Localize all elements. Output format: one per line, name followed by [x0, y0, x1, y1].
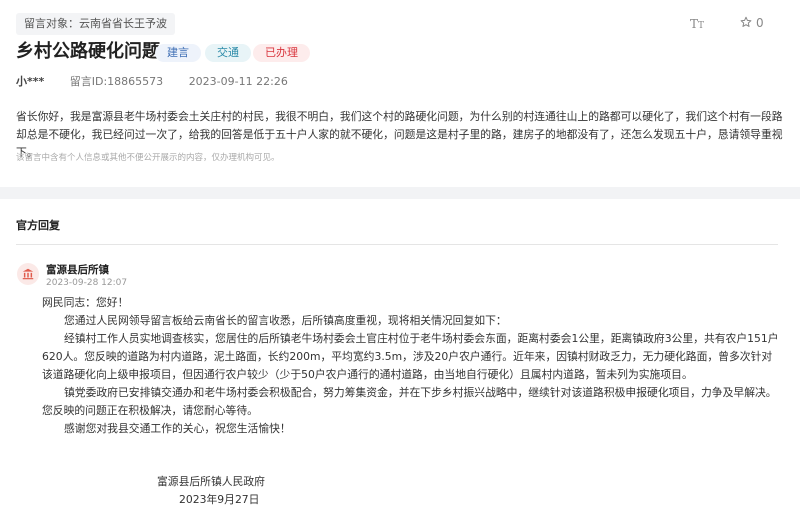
reply-body: 网民同志：您好！ 您通过人民网领导留言板给云南省长的留言收悉，后所镇高度重视，现… [42, 294, 782, 438]
official-reply-card: 官方回复 富源县后所镇 2023-09-28 12:07 网民同志：您好！ 您通… [0, 199, 800, 512]
divider [16, 244, 778, 245]
reply-paragraph: 感谢您对我县交通工作的关心，祝您生活愉快！ [64, 422, 291, 435]
privacy-note: 该留言中含有个人信息或其他不便公开展示的内容，仅办理机构可见。 [16, 153, 280, 163]
government-building-icon [17, 263, 39, 285]
post-time: 2023-09-11 22:26 [188, 75, 288, 88]
reply-org-name[interactable]: 富源县后所镇 [46, 262, 109, 277]
reply-paragraph: 您通过人民网领导留言板给云南省长的留言收悉，后所镇高度重视，现将相关情况回复如下… [64, 314, 507, 327]
official-reply-heading: 官方回复 [16, 219, 60, 232]
reply-signature-date: 2023年9月27日 [179, 493, 260, 506]
reply-signature: 富源县后所镇人民政府 [157, 475, 265, 488]
post-meta: 小*** 留言ID:18865573 2023-09-11 22:26 [16, 73, 288, 89]
reply-paragraph: 经镇村工作人员实地调查核实，您居住的后所镇老牛场村委会土官庄村位于老牛场村委会东… [42, 332, 779, 381]
message-card: 留言对象：云南省省长王予波 TT 0 乡村公路硬化问题 建言 交通 已办理 小*… [0, 0, 800, 187]
star-icon [740, 16, 752, 27]
message-id: 留言ID:18865573 [69, 75, 164, 88]
reply-greeting: 网民同志：您好！ [42, 296, 129, 309]
favorite-button[interactable]: 0 [740, 16, 764, 30]
author-name: 小*** [16, 75, 45, 88]
message-target-tag[interactable]: 留言对象：云南省省长王予波 [16, 13, 175, 35]
page-title: 乡村公路硬化问题 [16, 41, 160, 62]
type-tag: 建言 [155, 44, 201, 62]
status-badge: 已办理 [253, 44, 310, 62]
reply-time: 2023-09-28 12:07 [46, 278, 128, 288]
font-size-icon[interactable]: TT [690, 17, 704, 31]
department-tag: 交通 [205, 44, 251, 62]
target-label: 留言对象： [24, 17, 79, 30]
target-value: 云南省省长王予波 [79, 17, 167, 30]
reply-paragraph: 镇党委政府已安排镇交通办和老牛场村委会积极配合，努力筹集资金，并在下步乡村振兴战… [42, 386, 777, 417]
favorite-count: 0 [756, 16, 764, 30]
